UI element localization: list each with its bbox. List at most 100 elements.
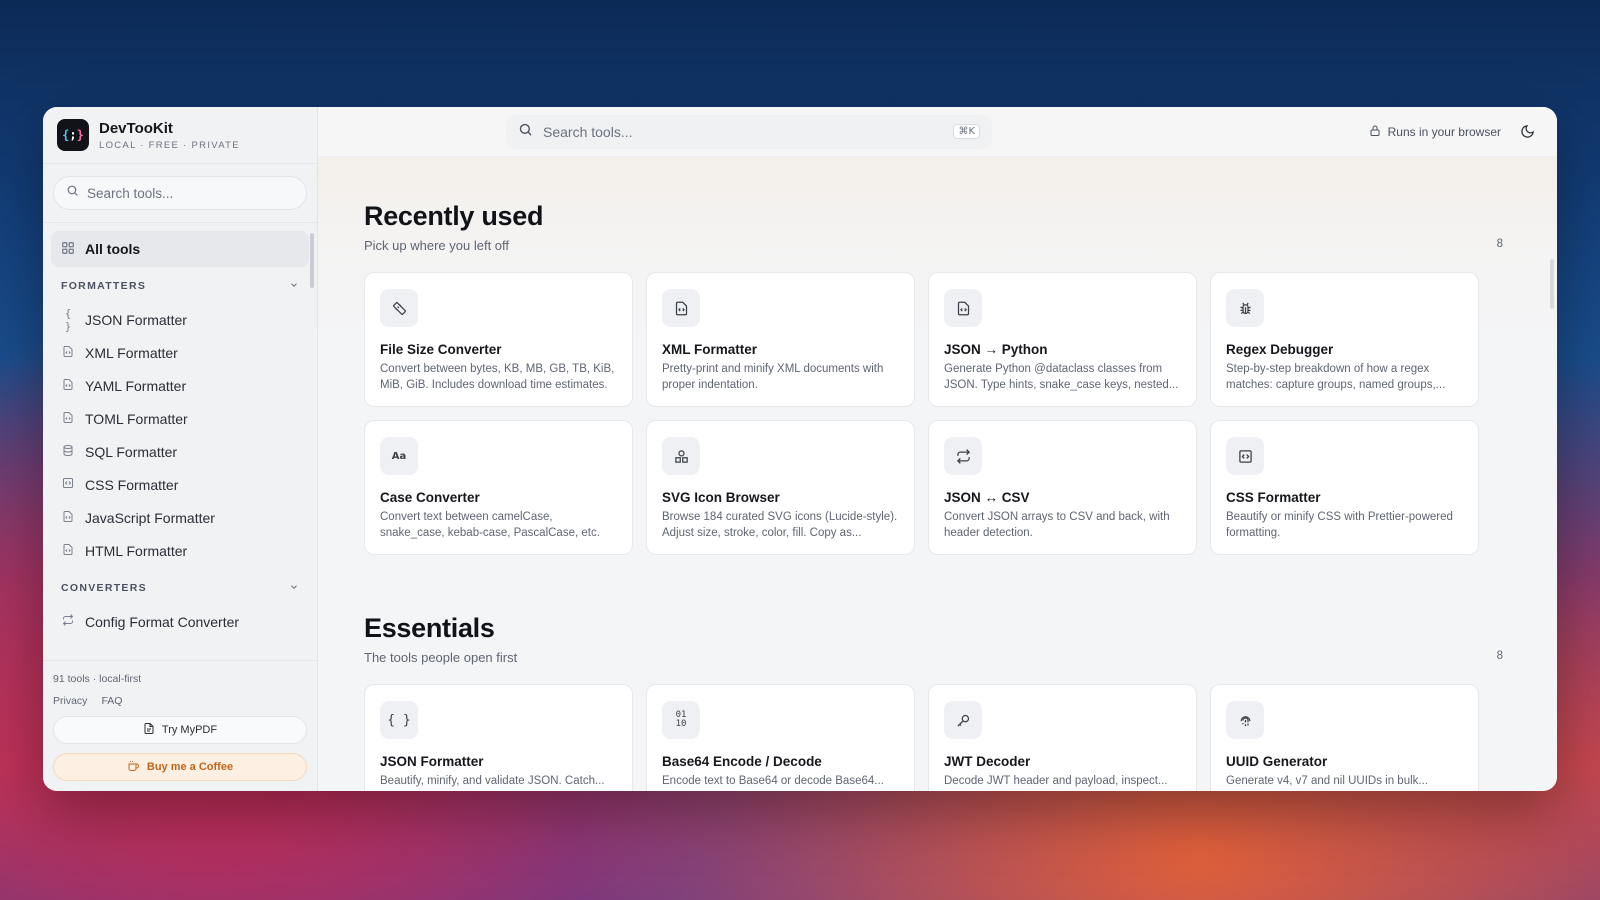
tool-card-regex-debugger[interactable]: Regex Debugger Step-by-step breakdown of… (1210, 272, 1479, 407)
try-mypdf-button[interactable]: Try MyPDF (53, 716, 307, 744)
section-title: Essentials (364, 613, 495, 643)
key-icon (944, 701, 982, 739)
card-title: JWT Decoder (944, 754, 1031, 769)
section-count: 8 (1496, 650, 1503, 662)
card-description: Browse 184 curated SVG icons (Lucide-sty… (662, 511, 898, 539)
sidebar-item-yaml-formatter[interactable]: YAML Formatter (51, 369, 309, 402)
tool-card-xml-formatter[interactable]: XML Formatter Pretty-print and minify XM… (646, 272, 915, 407)
sidebar-search[interactable] (53, 176, 307, 210)
top-search[interactable]: ⌘K (506, 114, 992, 149)
lock-icon (1369, 124, 1381, 140)
sidebar-item-javascript-formatter[interactable]: JavaScript Formatter (51, 501, 309, 534)
sidebar-item-label: XML Formatter (85, 344, 178, 361)
recently-used-section: Recently used Pick up where you left off… (364, 201, 1503, 555)
card-description: Convert between bytes, KB, MB, GB, TB, K… (380, 363, 615, 391)
card-description: Step-by-step breakdown of how a regex ma… (1226, 363, 1446, 391)
sidebar-item-label: YAML Formatter (85, 377, 187, 394)
card-title: JSON ↔ CSV (944, 490, 1030, 505)
card-title: Case Converter (380, 490, 480, 505)
topbar: ⌘K Runs in your browser (318, 107, 1557, 157)
card-title: File Size Converter (380, 342, 502, 357)
section-label: CONVERTERS (61, 582, 147, 594)
file-code-icon (61, 411, 75, 427)
content: Recently used Pick up where you left off… (318, 157, 1557, 791)
brand-name: DevTooKit (99, 119, 173, 137)
tool-card-css-formatter[interactable]: CSS Formatter Beautify or minify CSS wit… (1210, 420, 1479, 555)
card-title: CSS Formatter (1226, 490, 1321, 505)
section-label: FORMATTERS (61, 280, 147, 292)
card-description: Decode JWT header and payload, inspect..… (944, 775, 1168, 787)
tool-card-file-size-converter[interactable]: File Size Converter Convert between byte… (364, 272, 633, 407)
repeat-icon (61, 614, 75, 629)
sidebar-item-label: HTML Formatter (85, 542, 188, 559)
tool-card-svg-icon-browser[interactable]: SVG Icon Browser Browse 184 curated SVG … (646, 420, 915, 555)
section-converters[interactable]: CONVERTERS (51, 571, 309, 605)
sidebar-item-toml-formatter[interactable]: TOML Formatter (51, 402, 309, 435)
card-description: Convert JSON arrays to CSV and back, wit… (944, 511, 1170, 539)
sidebar-item-label: All tools (85, 241, 141, 257)
sidebar-item-xml-formatter[interactable]: XML Formatter (51, 336, 309, 369)
sidebar-scrollbar[interactable] (310, 233, 314, 288)
try-mypdf-label: Try MyPDF (161, 724, 218, 736)
binary-icon: 01 10 (662, 701, 700, 739)
top-search-input[interactable] (543, 123, 944, 140)
section-formatters[interactable]: FORMATTERS (51, 269, 309, 303)
section-subtitle: Pick up where you left off (364, 238, 510, 253)
sidebar-search-input[interactable] (87, 185, 294, 201)
search-icon (66, 184, 79, 202)
card-description: Encode text to Base64 or decode Base64..… (662, 775, 884, 787)
tool-card-json-csv[interactable]: JSON ↔ CSV Convert JSON arrays to CSV an… (928, 420, 1197, 555)
card-title: Regex Debugger (1226, 342, 1334, 357)
card-title: Base64 Encode / Decode (662, 754, 822, 769)
tool-card-json-to-python[interactable]: JSON → Python Generate Python @dataclass… (928, 272, 1197, 407)
braces-icon: { } (380, 701, 418, 739)
sidebar-item-css-formatter[interactable]: CSS Formatter (51, 468, 309, 501)
sidebar-item-json-formatter[interactable]: { } JSON Formatter (51, 303, 309, 336)
file-code-icon (61, 378, 75, 394)
chevron-down-icon[interactable] (289, 280, 299, 293)
card-description: Generate Python @dataclass classes from … (944, 363, 1179, 391)
tools-count: 91 tools · local-first (53, 673, 142, 685)
faq-link[interactable]: FAQ (101, 695, 122, 707)
tool-card-case-converter[interactable]: Aa Case Converter Convert text between c… (364, 420, 633, 555)
card-title: JSON Formatter (380, 754, 484, 769)
file-code-icon (944, 289, 982, 327)
document-icon (143, 722, 155, 738)
card-description: Generate v4, v7 and nil UUIDs in bulk... (1226, 775, 1428, 787)
sidebar-item-html-formatter[interactable]: HTML Formatter (51, 534, 309, 567)
tool-card-jwt-decoder[interactable]: JWT Decoder Decode JWT header and payloa… (928, 684, 1197, 791)
sidebar-item-label: JavaScript Formatter (85, 509, 215, 526)
privacy-link[interactable]: Privacy (53, 695, 87, 707)
card-description: Pretty-print and minify XML documents wi… (662, 363, 884, 391)
sidebar-footer: 91 tools · local-first Privacy FAQ Try M… (43, 660, 317, 791)
app-window: {;} DevTooKit LOCAL · FREE · PRIVATE All… (43, 107, 1557, 791)
code-square-icon (1226, 437, 1264, 475)
main-scrollbar[interactable] (1550, 259, 1554, 309)
braces-icon: { } (64, 306, 72, 333)
card-description: Beautify, minify, and validate JSON. Cat… (380, 775, 605, 787)
sidebar-item-label: JSON Formatter (85, 311, 187, 328)
tool-card-json-formatter[interactable]: { } JSON Formatter Beautify, minify, and… (364, 684, 633, 791)
file-code-icon (61, 543, 75, 559)
brand[interactable]: {;} DevTooKit LOCAL · FREE · PRIVATE (43, 107, 317, 164)
card-description: Convert text between camelCase, snake_ca… (380, 511, 600, 539)
runs-label: Runs in your browser (1387, 124, 1501, 139)
file-code-icon (61, 345, 75, 361)
sidebar-item-all-tools[interactable]: All tools (51, 231, 309, 267)
chevron-down-icon[interactable] (289, 582, 299, 595)
card-title: SVG Icon Browser (662, 490, 780, 505)
buy-me-a-coffee-button[interactable]: Buy me a Coffee (53, 753, 307, 781)
section-count: 8 (1496, 238, 1503, 250)
tool-card-base64[interactable]: 01 10 Base64 Encode / Decode Encode text … (646, 684, 915, 791)
shortcut-hint: ⌘K (953, 124, 980, 139)
shapes-icon (662, 437, 700, 475)
sidebar-item-config-format-converter[interactable]: Config Format Converter (51, 605, 309, 638)
coffee-label: Buy me a Coffee (146, 761, 234, 773)
tool-card-uuid-generator[interactable]: UUID Generator Generate v4, v7 and nil U… (1210, 684, 1479, 791)
card-title: XML Formatter (662, 342, 758, 357)
sidebar-item-sql-formatter[interactable]: SQL Formatter (51, 435, 309, 468)
sidebar-item-label: Config Format Converter (85, 613, 240, 630)
grid-icon (61, 241, 75, 258)
theme-toggle-moon-icon[interactable] (1519, 124, 1535, 140)
search-icon (518, 122, 533, 142)
